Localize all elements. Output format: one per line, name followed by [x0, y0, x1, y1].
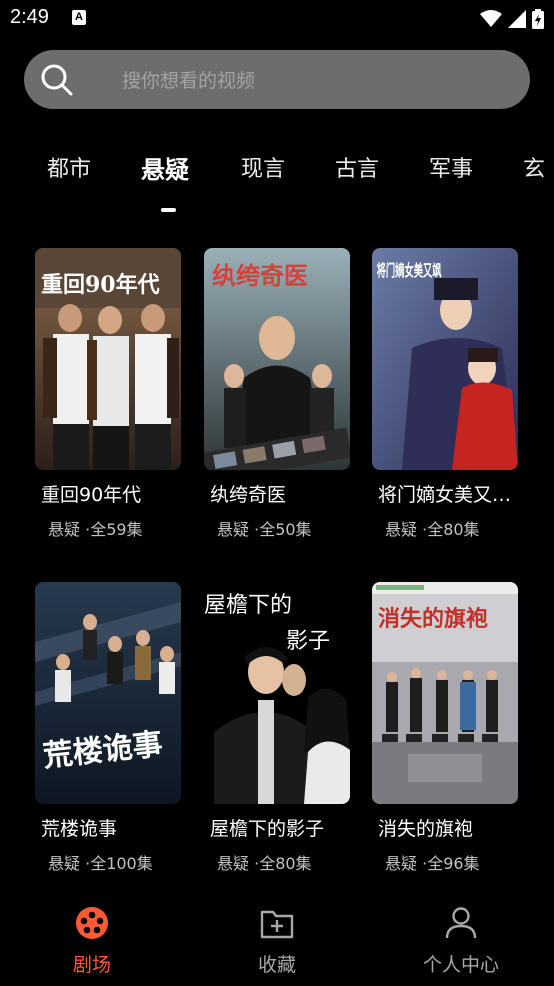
video-genre: 悬疑: [385, 520, 418, 539]
tab-xuanyi[interactable]: 悬疑: [141, 150, 189, 190]
nav-profile-label: 个人中心: [422, 954, 499, 976]
video-genre: 悬疑: [217, 520, 250, 539]
status-icons: [480, 8, 544, 30]
poster-title-line1: 屋檐下的: [204, 593, 292, 618]
video-title[interactable]: 荒楼诡事: [41, 814, 187, 841]
video-meta: 悬疑 ·全100集: [48, 850, 153, 874]
video-episodes: ·全59集: [85, 520, 143, 539]
video-episodes: ·全80集: [254, 854, 312, 873]
poster-image: 纨绔奇医: [204, 248, 350, 470]
theater-reel-icon: [76, 907, 108, 939]
tab-guyan[interactable]: 古言: [335, 150, 379, 190]
tab-dushi[interactable]: 都市: [47, 150, 91, 190]
video-meta: 悬疑 ·全80集: [217, 850, 312, 874]
wifi-icon: [480, 10, 502, 27]
tab-xuan[interactable]: 玄: [523, 150, 545, 190]
video-poster[interactable]: 消失的旗袍: [372, 582, 518, 804]
nav-theater[interactable]: 剧场: [22, 896, 162, 986]
tab-junshi[interactable]: 军事: [429, 150, 473, 190]
video-poster[interactable]: 纨绔奇医: [204, 248, 350, 470]
active-tab-indicator: [161, 208, 176, 212]
folder-add-icon: [260, 910, 294, 939]
nav-theater-label: 剧场: [72, 954, 111, 976]
poster-image: 消失的旗袍: [372, 582, 518, 804]
video-poster[interactable]: 重回90年代: [35, 248, 181, 470]
video-meta: 悬疑 ·全50集: [217, 516, 312, 540]
search-icon[interactable]: [40, 63, 74, 97]
search-bar[interactable]: [24, 50, 530, 109]
video-title[interactable]: 将门嫡女美又…: [378, 480, 524, 507]
video-genre: 悬疑: [48, 520, 81, 539]
poster-image: 将门嫡女美又飒: [372, 248, 518, 470]
search-input[interactable]: [120, 64, 524, 98]
video-episodes: ·全96集: [422, 854, 480, 873]
nav-profile[interactable]: 个人中心: [391, 896, 531, 986]
video-poster[interactable]: 屋檐下的 影子: [204, 582, 350, 804]
poster-title: 纨绔奇医: [212, 261, 308, 290]
tab-xianyan[interactable]: 现言: [241, 150, 285, 190]
notification-icon: A: [72, 10, 86, 25]
video-title[interactable]: 消失的旗袍: [378, 814, 524, 841]
status-bar: 2:49 A: [0, 0, 554, 38]
poster-image: 荒楼诡事: [35, 582, 181, 804]
battery-icon: [532, 9, 544, 29]
video-episodes: ·全80集: [422, 520, 480, 539]
video-episodes: ·全100集: [85, 854, 153, 873]
video-genre: 悬疑: [385, 854, 418, 873]
poster-title: 消失的旗袍: [378, 606, 488, 632]
poster-title: 重回90年代: [41, 272, 160, 298]
person-icon: [445, 907, 477, 939]
video-title[interactable]: 屋檐下的影子: [210, 814, 356, 841]
bottom-nav: 剧场 收藏 个人中心: [0, 896, 554, 986]
video-genre: 悬疑: [217, 854, 250, 873]
nav-favorites-label: 收藏: [257, 954, 296, 976]
poster-image: 重回90年代: [35, 248, 181, 470]
video-episodes: ·全50集: [254, 520, 312, 539]
video-poster[interactable]: 荒楼诡事: [35, 582, 181, 804]
video-meta: 悬疑 ·全59集: [48, 516, 143, 540]
poster-image: 屋檐下的 影子: [204, 582, 350, 804]
video-poster[interactable]: 将门嫡女美又飒: [372, 248, 518, 470]
nav-favorites[interactable]: 收藏: [207, 896, 347, 986]
poster-title: 将门嫡女美又飒: [377, 261, 442, 281]
poster-title-line2: 影子: [286, 629, 330, 654]
video-meta: 悬疑 ·全96集: [385, 850, 480, 874]
video-meta: 悬疑 ·全80集: [385, 516, 480, 540]
video-title[interactable]: 纨绔奇医: [210, 480, 356, 507]
status-time: 2:49: [10, 6, 49, 28]
category-tabs: 都市 悬疑 现言 古言 军事 玄: [0, 150, 554, 190]
signal-icon: [508, 10, 526, 28]
video-genre: 悬疑: [48, 854, 81, 873]
video-title[interactable]: 重回90年代: [41, 480, 187, 507]
